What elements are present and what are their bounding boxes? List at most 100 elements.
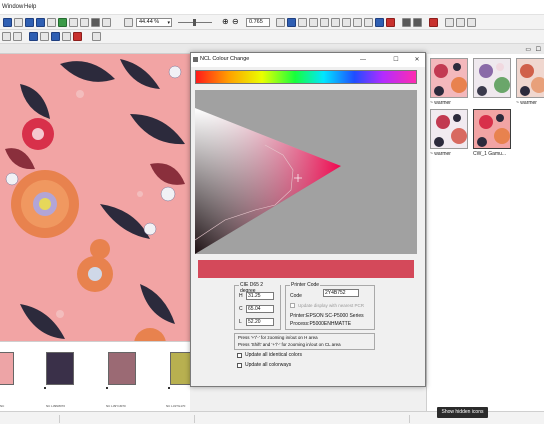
shape-icon[interactable] [47, 18, 56, 27]
hint-text: Press 'Shift' and '+'/'-' for zooming in… [238, 342, 341, 347]
maximize-icon[interactable]: ☐ [536, 46, 541, 53]
ncl-colour-change-dialog: NCL Colour Change — ☐ ✕ CIE D65 2 degree… [190, 52, 426, 387]
hand-icon[interactable] [102, 18, 111, 27]
l-value: 52.20 [248, 319, 261, 325]
align-right-icon[interactable] [320, 18, 329, 27]
tool-icon-2[interactable] [13, 32, 22, 41]
chip-code: NC L31TG170 [166, 404, 186, 408]
restore-icon[interactable]: ▭ [525, 46, 531, 53]
plus-icon[interactable] [58, 18, 67, 27]
thumbnail-pattern [431, 110, 467, 148]
update-display-label: Update display with nearest PCR [298, 303, 365, 308]
duplicate-icon[interactable] [467, 18, 476, 27]
arrow-right-icon[interactable] [413, 18, 422, 27]
panel-header: ▭ ☐ [427, 44, 544, 54]
edit-icon[interactable] [92, 32, 101, 41]
zoom-in-icon[interactable]: ⊕ [222, 17, 229, 26]
window-icon[interactable] [25, 18, 34, 27]
tool-icon-1[interactable] [2, 32, 11, 41]
arrange-icon[interactable] [342, 18, 351, 27]
thumbnail-label: ~ warmer [430, 151, 451, 157]
colorway-thumbnail-selected[interactable] [473, 109, 511, 149]
color-chip[interactable] [0, 352, 14, 385]
colorway-panel: ▭ ☐ ~ warmer ~ warmer ~ warmer CW_1 Gamu… [426, 44, 544, 411]
code-label: Code [290, 293, 302, 299]
person-icon[interactable] [445, 18, 454, 27]
thumbnail-label: CW_1 Gamu... [473, 151, 507, 157]
layout-icon[interactable] [36, 18, 45, 27]
colorway-thumbnail[interactable] [516, 58, 544, 98]
palette-icon[interactable] [40, 32, 49, 41]
design-canvas[interactable] [0, 54, 190, 341]
thumbnail-label: ~ warmer [516, 100, 537, 106]
c-input[interactable]: 65.04 [246, 305, 274, 313]
color-chip[interactable] [108, 352, 136, 385]
people-icon[interactable] [456, 18, 465, 27]
chip-code: NC [0, 404, 5, 408]
app-window: Window Help 44.44 % ▾ ⊕ ⊖ 0.765 NC NC L3… [0, 0, 544, 424]
hue-slider[interactable] [195, 70, 417, 84]
colorway-thumbnail[interactable] [430, 109, 468, 149]
align-left-icon[interactable] [298, 18, 307, 27]
colorway-thumbnail[interactable] [430, 58, 468, 98]
zoom-out-icon[interactable]: ⊖ [232, 17, 239, 26]
colorway-thumbnail[interactable] [473, 58, 511, 98]
printer-group-title: Printer Code [290, 282, 321, 288]
code-value: 2Y4B752 [325, 290, 346, 296]
dialog-titlebar[interactable]: NCL Colour Change — ☐ ✕ [191, 53, 425, 67]
update-display-checkbox[interactable] [290, 303, 295, 308]
maximize-button[interactable]: ☐ [390, 55, 402, 65]
menu-window[interactable]: Window [2, 4, 23, 10]
h-input[interactable]: 31.25 [246, 292, 274, 300]
close-button[interactable]: ✕ [411, 55, 423, 65]
thumbnail-pattern [517, 59, 544, 97]
chip-marker [168, 387, 170, 389]
update-colorways-label: Update all colorways [245, 362, 292, 368]
menu-bar: Window Help [0, 0, 544, 15]
chip-marker [106, 387, 108, 389]
code-input[interactable]: 2Y4B752 [323, 289, 359, 297]
scissors-icon[interactable] [386, 18, 395, 27]
value-field[interactable]: 0.765 [246, 18, 270, 27]
color-chip[interactable] [46, 352, 74, 385]
menu-help[interactable]: Help [24, 4, 36, 10]
color-icon[interactable] [287, 18, 296, 27]
pan-icon[interactable] [80, 18, 89, 27]
l-input[interactable]: 52.20 [246, 318, 274, 326]
h-value: 31.25 [248, 293, 261, 299]
eye-icon[interactable] [91, 18, 100, 27]
order-icon[interactable] [353, 18, 362, 27]
delete-icon[interactable] [429, 18, 438, 27]
ruler-icon[interactable] [124, 18, 133, 27]
table-icon[interactable] [3, 18, 12, 27]
color-strip: NC NC L39N8070 NC L39Y1M70 NC L31TG170 [0, 341, 198, 411]
chroma-lightness-area[interactable] [194, 90, 417, 254]
arrow-left-icon[interactable] [402, 18, 411, 27]
brush-icon[interactable] [62, 32, 71, 41]
dialog-title: NCL Colour Change [200, 56, 250, 62]
h-label: H [239, 293, 243, 299]
grid-icon[interactable] [14, 18, 23, 27]
stack-icon[interactable] [364, 18, 373, 27]
frame-icon[interactable] [276, 18, 285, 27]
chip-code: NC L39Y1M70 [106, 404, 126, 408]
align-center-icon[interactable] [309, 18, 318, 27]
copy-icon[interactable] [69, 18, 78, 27]
group-icon[interactable] [375, 18, 384, 27]
app-icon [193, 57, 198, 62]
value-field-text: 0.765 [249, 19, 263, 25]
info-icon[interactable] [29, 32, 38, 41]
hint-text: Press '+'/'-' for zooming in/out on H ar… [238, 335, 318, 340]
zoom-select[interactable]: 44.44 % ▾ [136, 18, 172, 27]
update-colorways-checkbox[interactable] [237, 363, 242, 368]
status-cell [75, 415, 195, 423]
update-identical-label: Update all identical colors [245, 352, 302, 358]
tooltip: Show hidden icons [437, 407, 488, 418]
printer-code-group: Printer Code Code 2Y4B752 Update display… [285, 282, 375, 330]
swatch-icon[interactable] [51, 32, 60, 41]
minimize-button[interactable]: — [357, 55, 369, 65]
distribute-icon[interactable] [331, 18, 340, 27]
update-identical-checkbox[interactable] [237, 353, 242, 358]
target-icon[interactable] [73, 32, 82, 41]
zoom-slider-thumb[interactable] [193, 19, 196, 26]
